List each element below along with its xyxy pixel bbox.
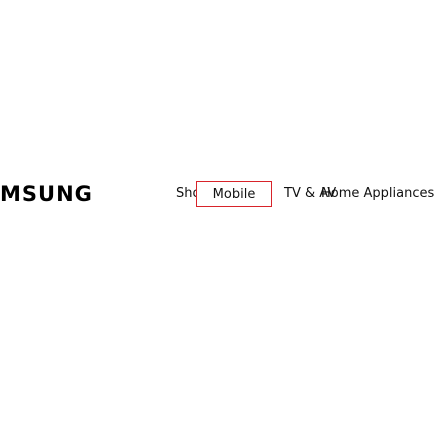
main-nav: Shop Mobile TV & AV Home Appliances <box>0 180 448 208</box>
page: MSUNG Shop Mobile TV & AV Home Appliance… <box>0 0 448 448</box>
nav-item-mobile[interactable]: Mobile <box>196 181 272 207</box>
nav-item-mobile-label: Mobile <box>212 187 256 202</box>
nav-item-home-appliances[interactable]: Home Appliances <box>321 180 434 208</box>
